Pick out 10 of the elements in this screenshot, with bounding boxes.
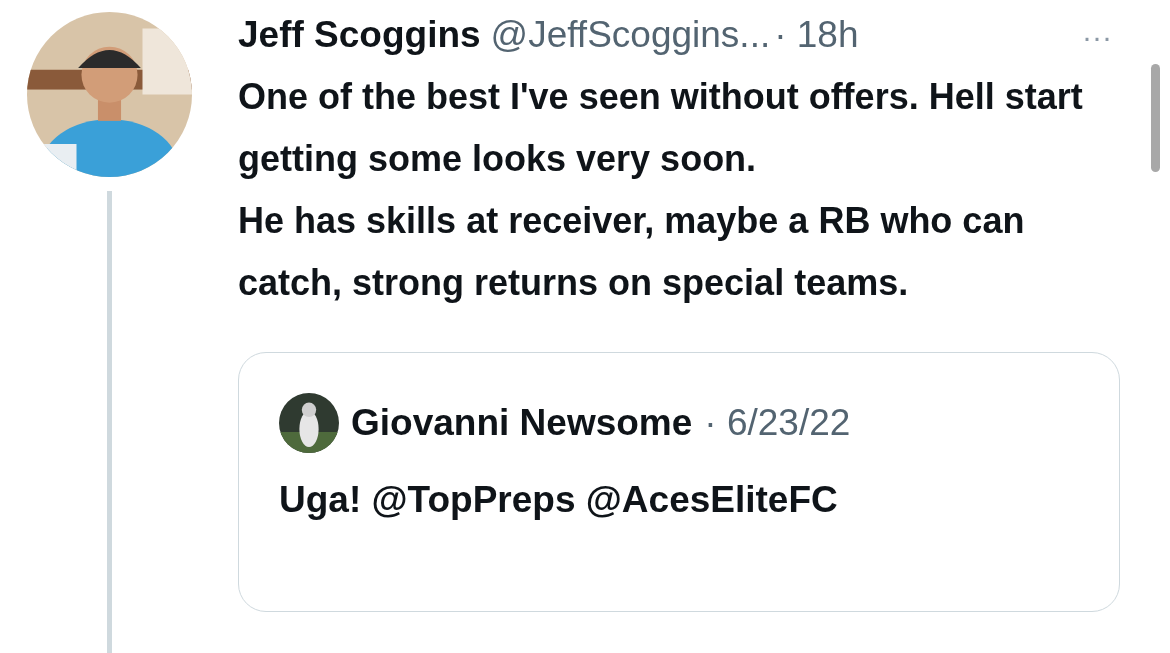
author-handle[interactable]: @JeffScoggins... <box>490 12 771 58</box>
scrollbar[interactable] <box>1151 64 1160 172</box>
quoted-post[interactable]: Giovanni Newsome · 6/23/22 Uga! @TopPreps @AcesEliteFC <box>238 352 1120 612</box>
quoted-post-date: · 6/23/22 <box>704 402 851 444</box>
quoted-post-text: Uga! @TopPreps @AcesEliteFC <box>279 479 839 521</box>
author-name[interactable]: Jeff Scoggins <box>238 12 481 58</box>
post-text: One of the best I've seen without offers. Hell start getting some looks very soon. <box>238 75 1084 181</box>
post-time: · 18h <box>774 13 859 57</box>
post-text: He has skills at receiver, maybe a RB who can catch, strong returns on special teams. <box>238 199 1026 305</box>
quoted-author-name: Giovanni Newsome <box>351 402 693 444</box>
